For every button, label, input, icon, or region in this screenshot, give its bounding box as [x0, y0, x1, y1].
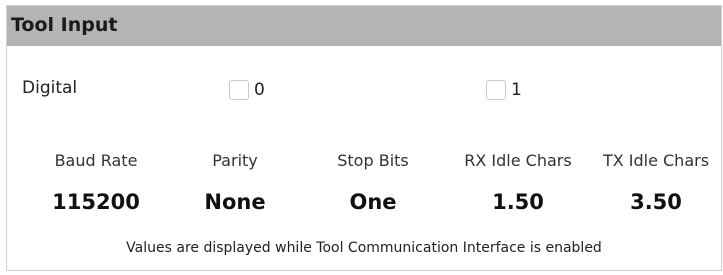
- stop-bits-value: One: [349, 190, 397, 214]
- checkbox-box[interactable]: [229, 80, 249, 100]
- tx-idle-chars-header: TX Idle Chars: [602, 151, 710, 170]
- rx-idle-chars-header: RX Idle Chars: [464, 151, 572, 170]
- digital-input-1-label: 1: [511, 80, 522, 100]
- panel-header: Tool Input: [7, 6, 721, 46]
- tx-idle-chars-stat: TX Idle Chars 3.50: [586, 151, 723, 214]
- digital-input-1-checkbox[interactable]: 1: [486, 80, 522, 100]
- panel-title: Tool Input: [11, 14, 118, 36]
- communication-note: Values are displayed while Tool Communic…: [126, 240, 602, 256]
- stop-bits-header: Stop Bits: [337, 151, 409, 170]
- rx-idle-chars-stat: RX Idle Chars 1.50: [448, 151, 588, 214]
- parity-header: Parity: [212, 151, 258, 170]
- stop-bits-stat: Stop Bits One: [303, 151, 443, 214]
- parity-value: None: [204, 190, 266, 214]
- checkbox-box[interactable]: [486, 80, 506, 100]
- baud-rate-stat: Baud Rate 115200: [26, 151, 166, 214]
- baud-rate-header: Baud Rate: [54, 151, 138, 170]
- parity-stat: Parity None: [165, 151, 305, 214]
- digital-input-0-label: 0: [254, 80, 265, 100]
- rx-idle-chars-value: 1.50: [492, 190, 544, 214]
- tx-idle-chars-value: 3.50: [630, 190, 682, 214]
- baud-rate-value: 115200: [52, 190, 140, 214]
- digital-label: Digital: [22, 78, 78, 98]
- digital-input-0-checkbox[interactable]: 0: [229, 80, 265, 100]
- tool-input-panel: Tool Input Digital 0 1 Baud Rate 115200 …: [6, 5, 722, 271]
